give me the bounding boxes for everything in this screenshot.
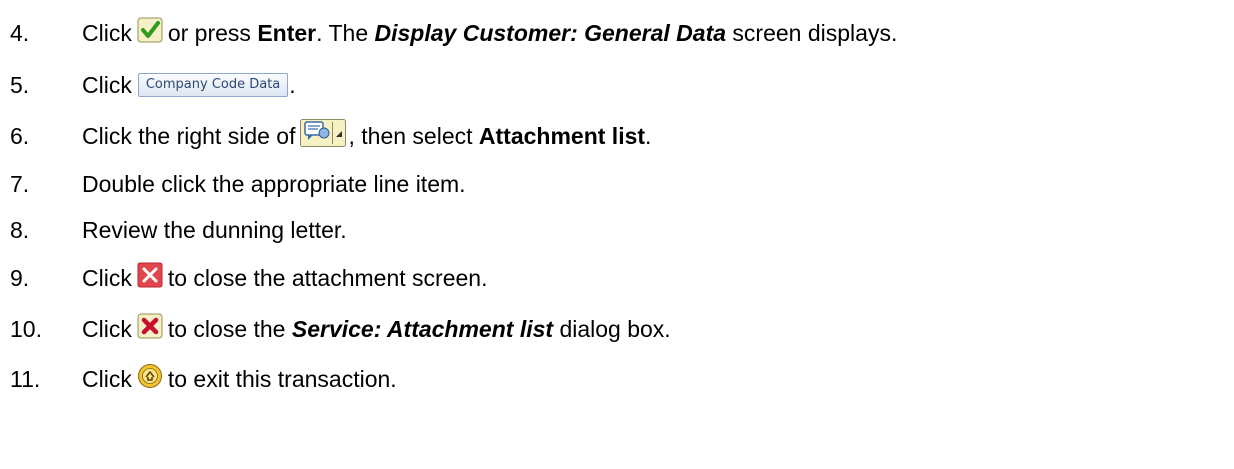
step-11: 11. Click to exit this transaction. [10,361,397,397]
step-text: Click [82,19,132,46]
step-9: 9. Click to close the attachment screen. [10,260,487,296]
step-5: 5. Click Company Code Data. [10,67,296,103]
step-text: Click the right side of [82,122,296,149]
screen-name: Display Customer: General Data [374,19,727,46]
step-text: to close the [167,315,286,342]
menu-option: Attachment list [478,122,646,149]
step-text: Double click the appropriate line item. [82,170,466,197]
step-number: 6. [10,122,30,149]
step-number: 8. [10,216,30,243]
step-text: or press [167,19,251,46]
step-text: Review the dunning letter. [82,216,347,243]
step-7: 7. Double click the appropriate line ite… [10,166,466,202]
step-10: 10. Click to close the Service: Attachme… [10,311,671,347]
step-text: Click [82,71,132,98]
step-text: , then select [348,122,473,149]
close-x-icon[interactable] [137,262,163,294]
step-text: . The [316,19,369,46]
dialog-name: Service: Attachment list [291,315,554,342]
step-text: dialog box. [559,315,671,342]
step-number: 7. [10,170,30,197]
step-number: 10. [10,315,42,342]
company-code-data-button[interactable]: Company Code Data [137,73,289,97]
exit-icon[interactable] [137,363,163,395]
step-number: 4. [10,19,30,46]
step-text: . [289,71,296,98]
step-text: Click [82,264,132,291]
step-text: to exit this transaction. [167,365,397,392]
step-number: 5. [10,71,30,98]
step-6: 6. Click the right side of , then select… [10,118,651,154]
step-text: Click [82,315,132,342]
step-number: 11. [10,365,41,392]
step-text: screen displays. [732,19,898,46]
step-4: 4. Click or press Enter. The Display Cus… [10,15,897,51]
cancel-icon[interactable] [137,313,163,345]
enter-key-label: Enter [257,19,317,46]
services-for-object-dropdown-icon[interactable] [300,119,347,153]
step-8: 8. Review the dunning letter. [10,212,347,248]
step-text: Click [82,365,132,392]
step-number: 9. [10,264,30,291]
green-checkmark-icon[interactable] [137,17,163,49]
step-text: to close the attachment screen. [167,264,488,291]
step-text: . [645,122,652,149]
